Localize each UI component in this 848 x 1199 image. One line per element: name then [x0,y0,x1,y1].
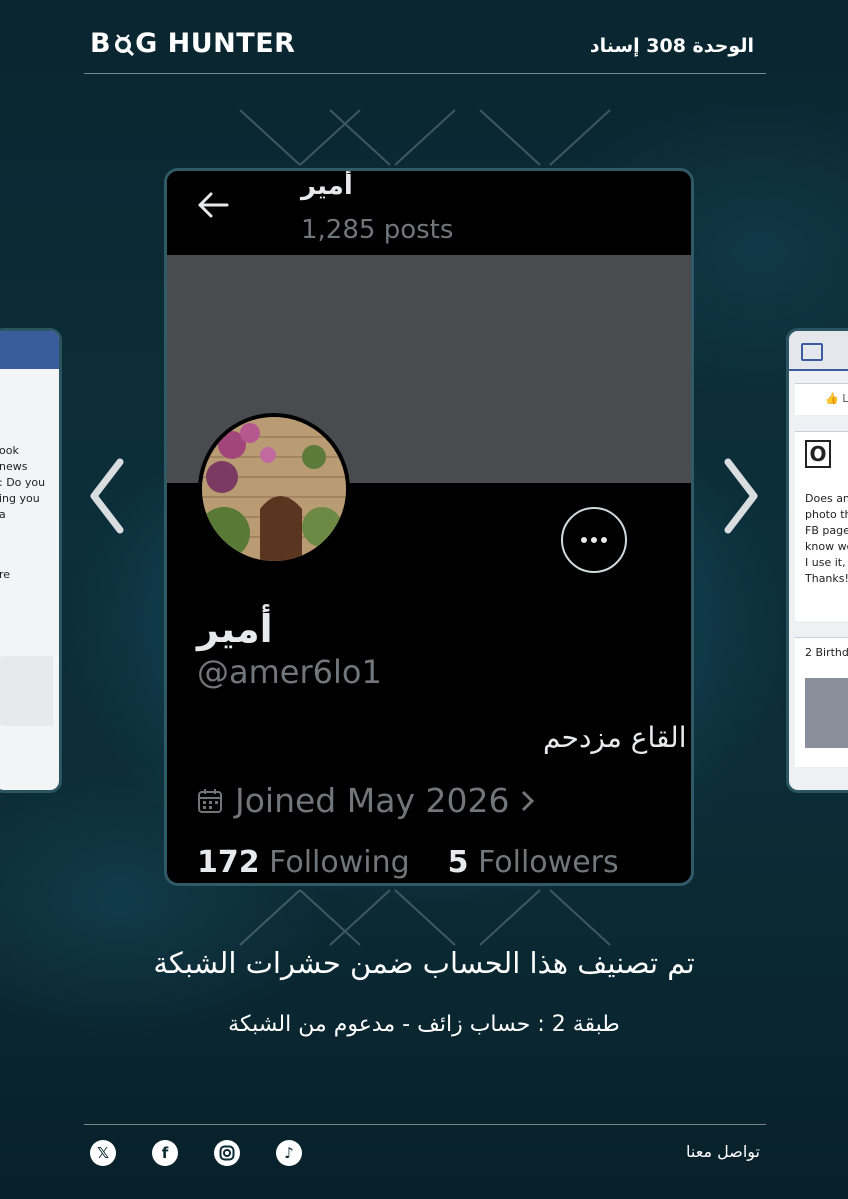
posts-count: 1,285 posts [301,215,454,245]
calendar-icon [198,788,222,813]
next-card-preview[interactable]: 👍 Li O Does an photo th FB page know we … [786,328,848,793]
preview-line: FB page [805,524,848,537]
contact-us-label: تواصل معنا [686,1142,760,1161]
following-label: Following [269,845,410,880]
preview-line: : Do you [0,476,46,489]
previous-card-preview[interactable]: ook news : Do you ing you a re [0,328,62,793]
chevron-right-small-icon [522,790,535,811]
logo-text-left: B [90,28,112,59]
preview-line: re [0,568,11,581]
chevron-right-icon[interactable] [720,458,760,534]
preview-line: a [0,507,59,523]
joined-date-row[interactable]: Joined May 2026 [197,781,537,820]
profile-handle: @amer6lo1 [197,653,382,691]
brand-logo: B G HUNTER [90,28,295,59]
preview-birthdays: 2 Birthd [805,646,848,659]
classification-caption: تم تصنيف هذا الحساب ضمن حشرات الشبكة [153,946,695,980]
followers-label: Followers [478,845,619,880]
preview-comment-box [0,656,53,726]
preview-line: Does an [805,492,848,505]
profile-screenshot-card: أمير 1,285 posts أمير @amer6lo1 القاع مز… [164,168,694,886]
preview-line: photo th [805,508,848,521]
profile-display-name: أمير [197,607,273,651]
back-arrow-icon[interactable] [197,191,231,219]
preview-line: ing you [0,492,40,505]
preview-line: Thanks! [805,572,848,585]
preview-line: news [0,460,28,473]
preview-like-row: 👍 Li [795,383,848,415]
top-bar-name: أمير [301,171,353,201]
joined-date: Joined May 2026 [235,781,510,820]
more-options-button[interactable] [561,507,627,573]
followers-count: 5 [447,845,469,880]
preview-post-text: Does an photo th FB page know we I use i… [805,491,848,587]
preview-tab-strip [789,331,848,371]
preview-line: ook [0,444,19,457]
following-count: 172 [197,845,260,880]
social-links: 𝕏 f ♪ [90,1140,302,1166]
tiktok-icon[interactable]: ♪ [276,1140,302,1166]
footer-divider [84,1124,766,1125]
profile-bio: القاع مزدحم [543,721,687,754]
avatar[interactable] [198,413,350,565]
unit-label: الوحدة 308 إسناد [589,35,754,57]
more-dots-icon [581,537,607,543]
bug-icon [115,33,135,56]
followers-stat[interactable]: 5 Followers [448,845,619,880]
chevron-left-icon[interactable] [88,458,128,534]
profile-top-bar: أمير 1,285 posts [167,171,691,255]
header-bar: B G HUNTER الوحدة 308 إسناد [84,28,766,74]
instagram-icon[interactable] [214,1140,240,1166]
logo-text-right: G HUNTER [135,28,296,59]
preview-line: I use it, j [805,556,848,569]
facebook-icon[interactable]: f [152,1140,178,1166]
classification-subcaption: طبقة 2 : حساب زائف - مدعوم من الشبكة [228,1012,620,1037]
x-icon[interactable]: 𝕏 [90,1140,116,1166]
preview-line: know we [805,540,848,553]
preview-birthday-card: 2 Birthd [795,637,848,767]
following-stat[interactable]: 172 Following [197,845,410,880]
facebook-header-bar [0,331,59,369]
avatar-image [202,417,346,561]
preview-photo [805,678,848,748]
follow-stats: 172 Following 5 Followers [197,845,619,880]
previous-card-text: ook news : Do you ing you a re [0,443,59,583]
